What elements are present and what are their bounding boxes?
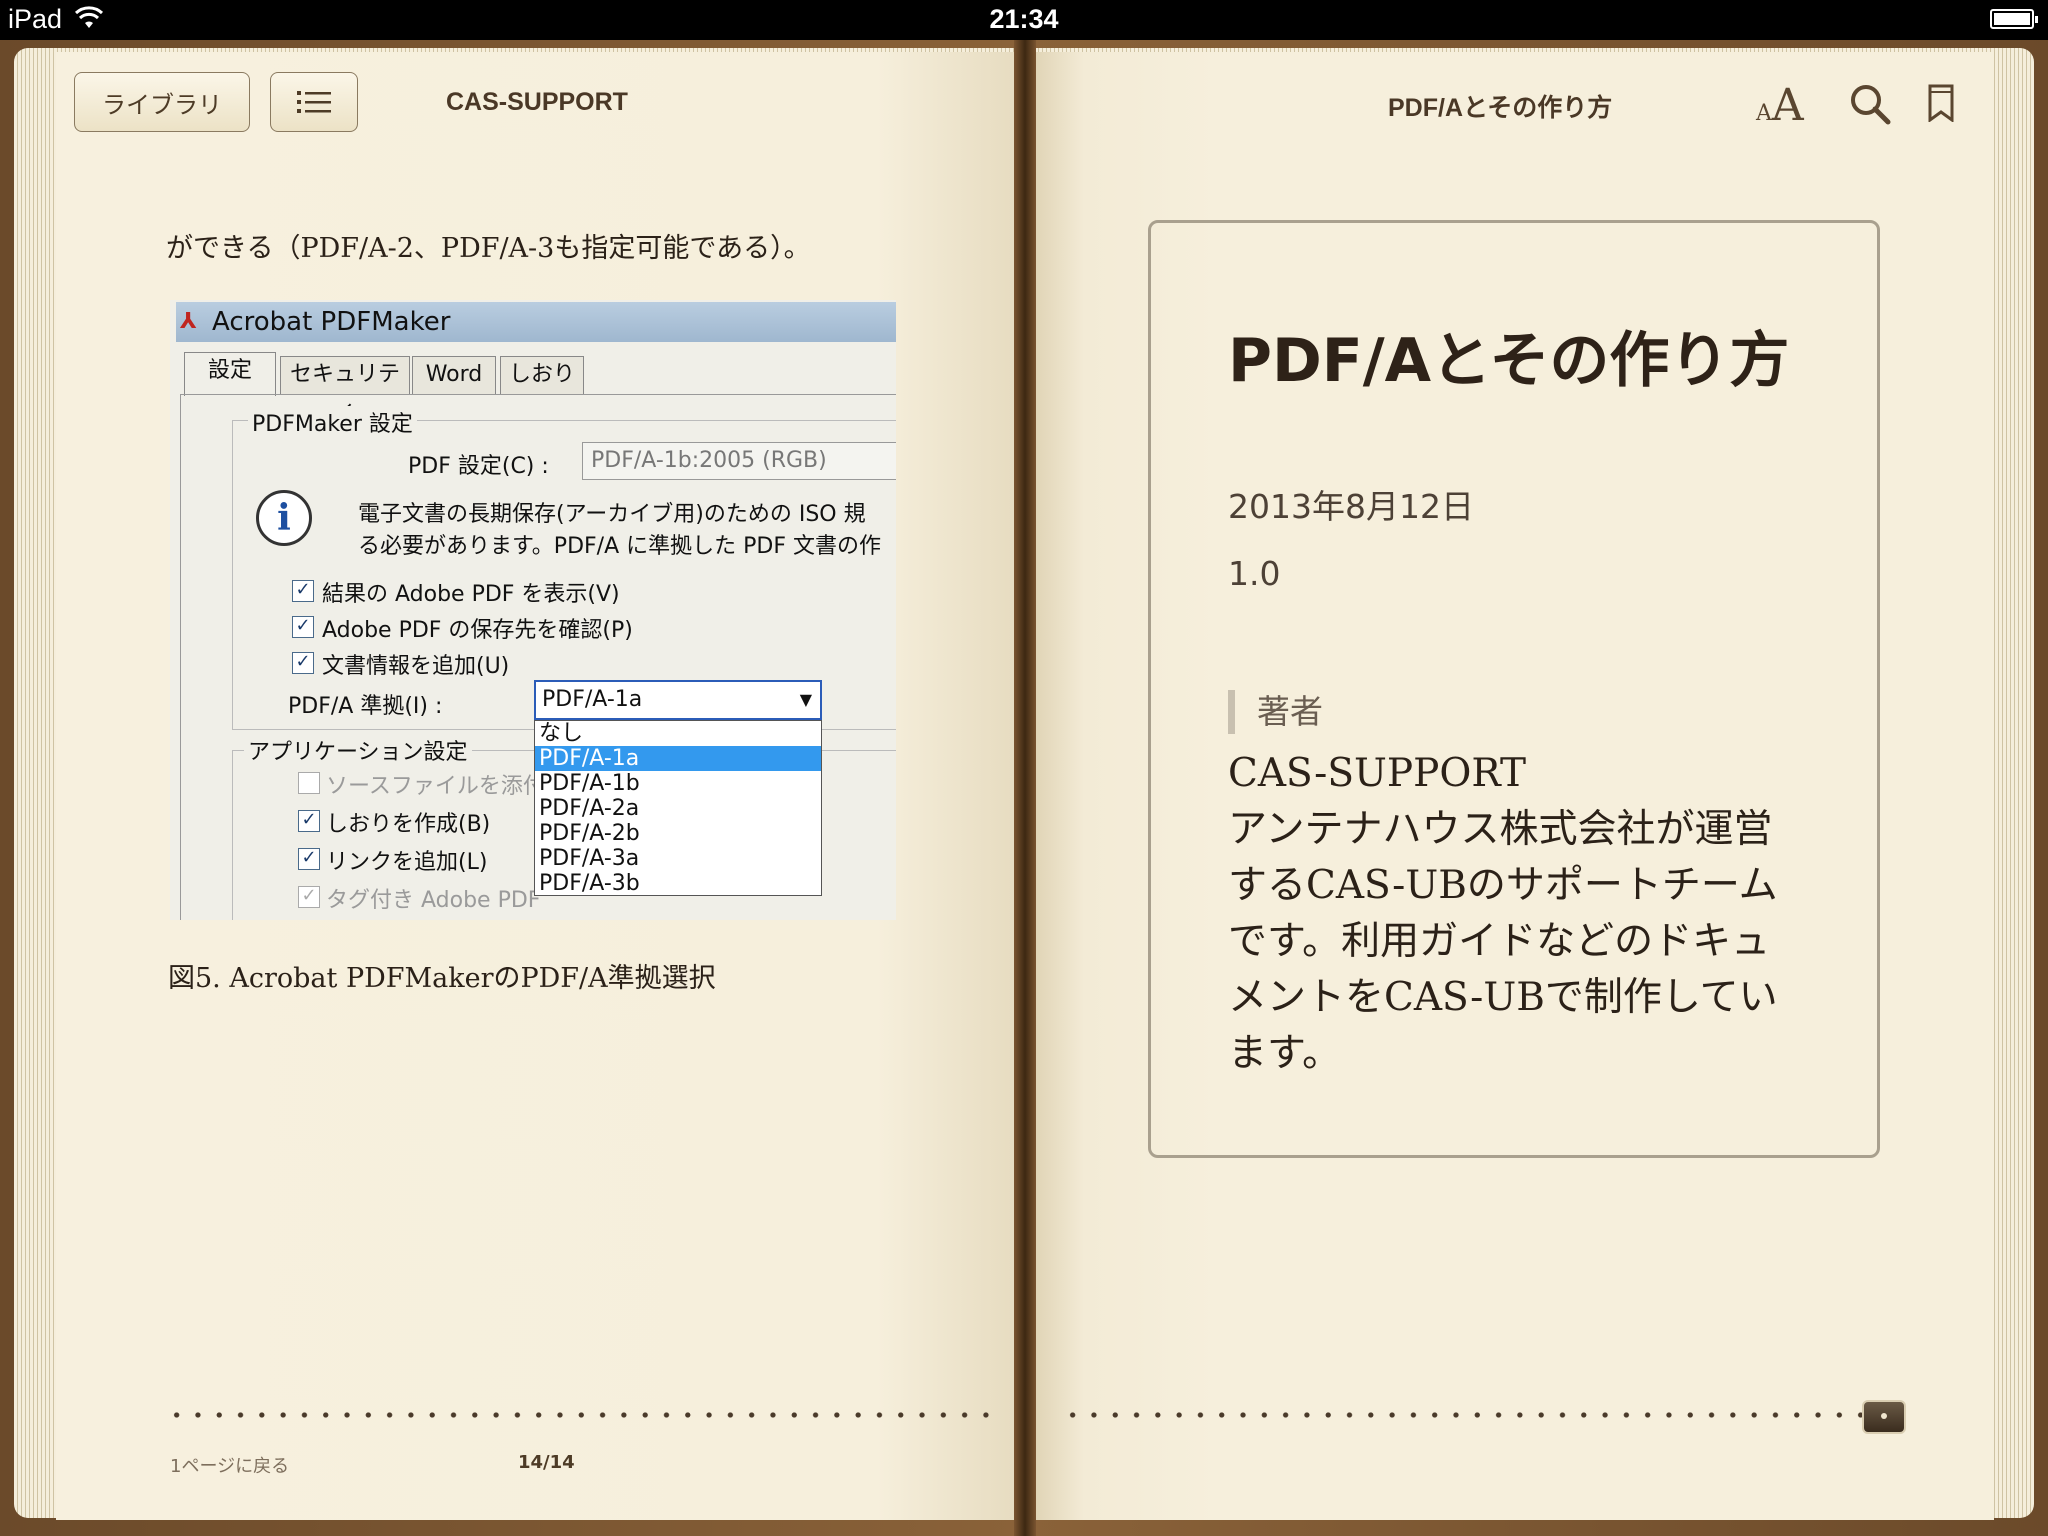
- author-name: CAS-SUPPORT: [1228, 751, 1527, 796]
- figure-tab-word: Word: [412, 356, 496, 394]
- info-text-line2: る必要があります。PDF/A に準拠した PDF 文書の作: [358, 534, 881, 559]
- figure-titlebar: ⅄ Acrobat PDFMaker: [176, 302, 896, 342]
- figure-window-title: Acrobat PDFMaker: [212, 307, 451, 337]
- dropdown-option: PDF/A-2a: [539, 796, 640, 821]
- app-settings-label: アプリケーション設定: [244, 734, 472, 766]
- check-label-doc-info: 文書情報を追加(U): [322, 654, 510, 679]
- table-of-contents-button[interactable]: [270, 72, 358, 132]
- checkbox-checked-icon: ✓: [292, 616, 314, 638]
- pdf-icon: ⅄: [180, 309, 197, 334]
- checkbox-checked-icon: ✓: [298, 848, 320, 870]
- page-scrubber-handle[interactable]: [1862, 1400, 1906, 1434]
- info-icon: i: [256, 490, 312, 546]
- page-scrubber-left[interactable]: [166, 1408, 996, 1422]
- right-header-title: PDF/Aとその作り方: [1388, 94, 1613, 122]
- library-button-label: ライブラリ: [102, 90, 222, 119]
- list-icon: [297, 91, 331, 113]
- author-heading: 著者: [1228, 690, 1323, 734]
- dropdown-option: なし: [539, 721, 584, 746]
- page-number: 14/14: [518, 1452, 575, 1473]
- figure-tab-settings: 設定: [184, 352, 276, 396]
- info-text-line1: 電子文書の長期保存(アーカイブ用)のための ISO 規: [358, 502, 866, 527]
- left-header-title: CAS-SUPPORT: [446, 88, 628, 116]
- pdfmaker-figure: ⅄ Acrobat PDFMaker 設定 セキュリティ Word しおり PD…: [170, 300, 896, 920]
- dropdown-option: PDF/A-3a: [539, 846, 640, 871]
- figure-tab-bookmarks: しおり: [500, 356, 584, 394]
- dropdown-option: PDF/A-2b: [539, 821, 640, 846]
- check-label-show-pdf: 結果の Adobe PDF を表示(V): [322, 582, 620, 607]
- app-check-create-bookmarks: しおりを作成(B): [326, 812, 491, 837]
- figure-tab-security: セキュリティ: [280, 356, 410, 423]
- library-button[interactable]: ライブラリ: [74, 72, 250, 132]
- check-label-confirm-folder: Adobe PDF の保存先を確認(P): [322, 618, 633, 643]
- pdfa-select: PDF/A-1a ▼: [534, 680, 822, 720]
- pdfa-label: PDF/A 準拠(I) :: [288, 694, 443, 719]
- page-scrubber-right[interactable]: [1062, 1408, 1862, 1422]
- app-check-tagged-pdf: タグ付き Adobe PDF: [326, 888, 541, 913]
- status-bar: iPad 21:34: [0, 0, 2048, 40]
- publish-date: 2013年8月12日: [1228, 487, 1474, 526]
- book-title: PDF/Aとその作り方: [1228, 326, 1790, 396]
- pdfa-selected-value: PDF/A-1a: [542, 687, 643, 712]
- chevron-down-icon: ▼: [799, 690, 812, 709]
- bookmark-icon[interactable]: [1928, 84, 1954, 126]
- back-to-page-link[interactable]: 1ページに戻る: [170, 1452, 289, 1478]
- pdf-setting-label: PDF 設定(C) :: [408, 454, 549, 479]
- font-size-icon[interactable]: AA: [1756, 80, 1804, 131]
- author-info: CAS-SUPPORT アンテナハウス株式会社が運営するCAS-UBのサポートチ…: [1228, 746, 1798, 1082]
- pdf-setting-field: PDF/A-1b:2005 (RGB): [582, 442, 896, 480]
- author-description: アンテナハウス株式会社が運営するCAS-UBのサポートチームです。利用ガイドなど…: [1228, 807, 1778, 1076]
- figure-caption: 図5. Acrobat PDFMakerのPDF/A準拠選択: [168, 963, 716, 994]
- clock: 21:34: [989, 4, 1059, 34]
- search-icon[interactable]: [1848, 82, 1892, 130]
- app-check-attach-source: ソースファイルを添付(: [326, 774, 554, 799]
- body-paragraph: ができる（PDF/A-2、PDF/A-3も指定可能である）。: [166, 233, 811, 264]
- checkbox-checked-icon: ✓: [298, 810, 320, 832]
- checkbox-checked-icon: ✓: [292, 652, 314, 674]
- dropdown-option: PDF/A-1b: [539, 771, 640, 796]
- dropdown-option: PDF/A-3b: [539, 871, 640, 896]
- version: 1.0: [1228, 554, 1281, 593]
- pdfa-dropdown-list: なし PDF/A-1a PDF/A-1b PDF/A-2a PDF/A-2b P…: [534, 720, 822, 896]
- checkbox-checked-icon: ✓: [298, 886, 320, 908]
- book-spine: [1014, 40, 1036, 1536]
- checkbox-checked-icon: ✓: [292, 580, 314, 602]
- app-check-add-links: リンクを追加(L): [326, 850, 488, 875]
- dropdown-option-selected: PDF/A-1a: [535, 746, 821, 771]
- checkbox-unchecked-icon: [298, 772, 320, 794]
- battery-icon: [1990, 9, 2038, 29]
- pdfmaker-settings-label: PDFMaker 設定: [248, 406, 417, 438]
